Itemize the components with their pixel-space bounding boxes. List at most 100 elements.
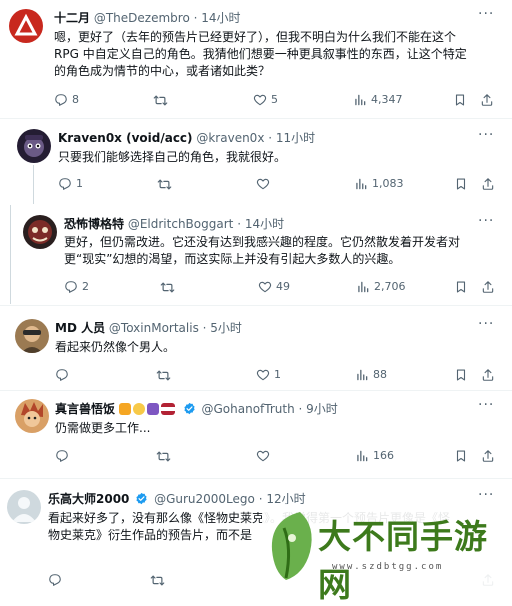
- avatar[interactable]: [15, 399, 49, 433]
- tweet-actions: 2 49 2,706: [0, 279, 512, 295]
- reply-icon: [64, 280, 78, 294]
- post-time[interactable]: · 11小时: [268, 131, 315, 145]
- delta-logo-icon: [14, 13, 38, 36]
- author-name[interactable]: 真言兽悟饭: [55, 402, 115, 416]
- default-profile-icon: [12, 497, 36, 522]
- reply-button[interactable]: [48, 572, 62, 588]
- bookmark-icon: [454, 368, 468, 382]
- author-name[interactable]: 十二月: [54, 11, 90, 25]
- bookmark-button[interactable]: [453, 92, 467, 108]
- reply-button[interactable]: 2: [64, 279, 89, 295]
- author-name[interactable]: MD 人员: [55, 321, 105, 335]
- reply-count: 1: [76, 177, 83, 190]
- share-icon: [481, 368, 495, 382]
- tweet-toxinmortalis[interactable]: MD 人员 @ToxinMortalis · 5小时 ··· 看起来仍然像个男人…: [0, 306, 512, 390]
- tweet-header: 恐怖博格特 @EldritchBoggart · 14小时: [64, 216, 284, 232]
- share-button[interactable]: [481, 176, 495, 192]
- tweet-eldritchboggart[interactable]: 恐怖博格特 @EldritchBoggart · 14小时 ··· 更好，但仍需…: [0, 205, 512, 304]
- like-button[interactable]: 1: [256, 367, 281, 383]
- views-button[interactable]: 88: [355, 367, 387, 383]
- reply-button[interactable]: 1: [58, 176, 83, 192]
- more-options-icon[interactable]: ···: [478, 316, 494, 332]
- post-time[interactable]: · 14小时: [237, 217, 284, 231]
- retweet-icon: [157, 177, 172, 192]
- character-avatar-icon: [21, 402, 43, 427]
- avatar[interactable]: [7, 490, 41, 524]
- views-button[interactable]: 2,706: [356, 279, 406, 295]
- like-button[interactable]: 49: [258, 279, 290, 295]
- tweet-actions: 166: [0, 448, 512, 464]
- name-emoji-group: [118, 402, 181, 416]
- views-icon: [356, 280, 370, 294]
- more-options-icon[interactable]: ···: [478, 397, 494, 413]
- more-options-icon[interactable]: ···: [478, 213, 494, 229]
- author-name[interactable]: 恐怖博格特: [64, 217, 124, 231]
- views-button[interactable]: 1,083: [354, 176, 404, 192]
- like-button[interactable]: [256, 176, 274, 192]
- share-button[interactable]: [481, 367, 495, 383]
- share-icon: [481, 280, 495, 294]
- tweet-thedezembro[interactable]: 十二月 @TheDezembro · 14小时 ··· 嗯，更好了（去年的预告片…: [0, 0, 512, 118]
- like-count: 5: [271, 93, 278, 106]
- views-button[interactable]: 4,347: [353, 92, 403, 108]
- avatar[interactable]: [17, 129, 51, 163]
- tweet-kraven0x[interactable]: Kraven0x (void/acc) @kraven0x · 11小时 ···…: [0, 119, 512, 204]
- retweet-icon: [156, 449, 171, 464]
- tweet-text: 只要我们能够选择自己的角色，我就很好。: [58, 150, 287, 164]
- share-button[interactable]: [480, 92, 494, 108]
- avatar[interactable]: [9, 9, 43, 43]
- reply-count: 2: [82, 280, 89, 293]
- reply-count: 8: [72, 93, 79, 106]
- creature-avatar-icon: [28, 220, 52, 244]
- tweet-header: 真言兽悟饭 @GohanofTruth · 9小时: [55, 401, 338, 417]
- author-handle[interactable]: @EldritchBoggart: [128, 217, 234, 231]
- more-options-icon[interactable]: ···: [478, 487, 494, 503]
- author-name[interactable]: 乐高大师2000: [48, 492, 129, 506]
- more-options-icon[interactable]: ···: [478, 6, 494, 22]
- avatar[interactable]: [15, 319, 49, 353]
- verified-badge-icon[interactable]: [183, 402, 196, 415]
- avatar[interactable]: [23, 215, 57, 249]
- post-time[interactable]: · 5小时: [203, 321, 242, 335]
- author-handle[interactable]: @ToxinMortalis: [109, 321, 199, 335]
- bookmark-button[interactable]: [454, 279, 468, 295]
- post-time[interactable]: · 9小时: [299, 402, 338, 416]
- post-time[interactable]: · 14小时: [194, 11, 241, 25]
- share-icon: [481, 449, 495, 463]
- reply-button[interactable]: [55, 448, 69, 464]
- reply-icon: [48, 573, 62, 587]
- heart-icon: [258, 280, 272, 294]
- views-button[interactable]: 166: [355, 448, 394, 464]
- view-count: 2,706: [374, 280, 406, 293]
- author-handle[interactable]: @kraven0x: [196, 131, 264, 145]
- verified-badge-icon[interactable]: [135, 492, 148, 505]
- tweet-gohanoftruth[interactable]: 真言兽悟饭 @GohanofTruth · 9小时 ··· 仍需做更多工作...…: [0, 391, 512, 477]
- reply-button[interactable]: [55, 367, 69, 383]
- reply-button[interactable]: 8: [54, 92, 79, 108]
- share-button[interactable]: [481, 448, 495, 464]
- retweet-button[interactable]: [150, 572, 165, 588]
- retweet-button[interactable]: [160, 279, 175, 295]
- retweet-icon: [153, 93, 168, 108]
- tweet-text: 仍需做更多工作...: [55, 421, 151, 435]
- author-handle[interactable]: @TheDezembro: [94, 11, 190, 25]
- author-name[interactable]: Kraven0x (void/acc): [58, 131, 193, 145]
- watermark-title: 大不同手游网: [318, 517, 488, 604]
- site-watermark: 大不同手游网 www.szdbtgg.com: [262, 504, 512, 604]
- retweet-button[interactable]: [156, 367, 171, 383]
- retweet-button[interactable]: [157, 176, 172, 192]
- bookmark-button[interactable]: [454, 176, 468, 192]
- tweet-text: 看起来仍然像个男人。: [55, 340, 176, 354]
- share-button[interactable]: [481, 279, 495, 295]
- tweet-text: 嗯，更好了（去年的预告片已经更好了），但我不明白为什么我们不能在这个 RPG 中…: [54, 30, 467, 78]
- retweet-button[interactable]: [156, 448, 171, 464]
- author-handle[interactable]: @Guru2000Lego: [154, 492, 255, 506]
- retweet-button[interactable]: [153, 92, 168, 108]
- like-button[interactable]: 5: [253, 92, 278, 108]
- like-button[interactable]: [256, 448, 270, 464]
- author-handle[interactable]: @GohanofTruth: [202, 402, 295, 416]
- more-options-icon[interactable]: ···: [478, 127, 494, 143]
- heart-icon: [256, 368, 270, 382]
- bookmark-button[interactable]: [454, 448, 468, 464]
- bookmark-button[interactable]: [454, 367, 468, 383]
